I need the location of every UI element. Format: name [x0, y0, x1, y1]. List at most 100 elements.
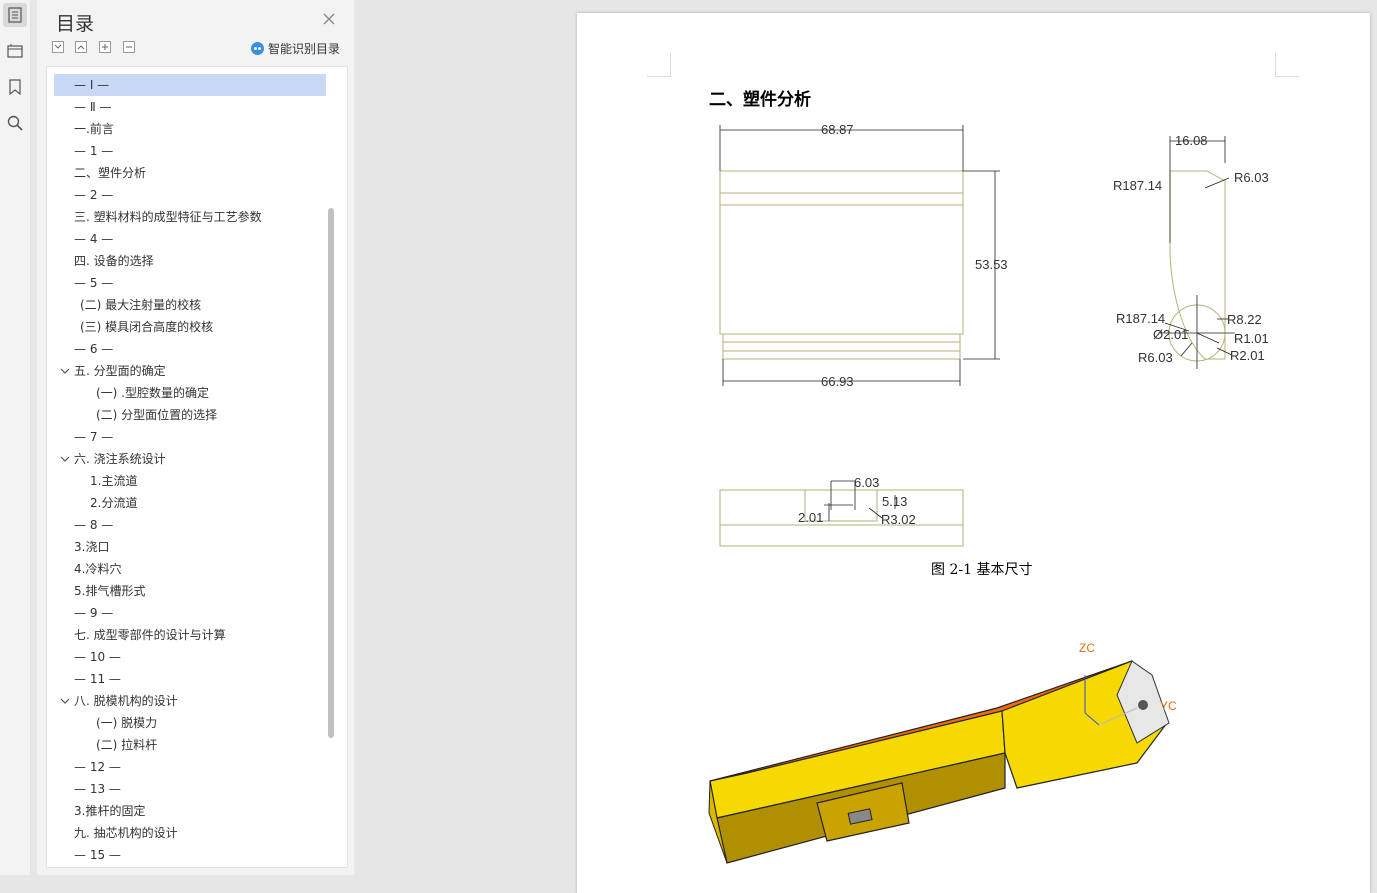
toc-item[interactable]: — 2 —: [54, 184, 326, 206]
dim-r-top: R187.14: [1113, 178, 1162, 193]
document-page: 二、塑件分析 68.87 53.53 66.93 16.08 R187.14 R…: [577, 13, 1370, 893]
smart-detect-icon: [251, 42, 264, 55]
toc-item[interactable]: — 8 —: [54, 514, 326, 536]
toc-item[interactable]: 一.前言: [54, 118, 326, 140]
dimension-drawing: 68.87 53.53 66.93 16.08 R187.14 R6.03 R1…: [719, 122, 1269, 547]
toc-item-label: 3.推杆的固定: [74, 804, 146, 818]
dim-side-width: 16.08: [1175, 133, 1208, 148]
toc-item-label: 一.前言: [74, 122, 114, 136]
dim-201: 2.01: [798, 510, 823, 525]
toc-item[interactable]: — 1 —: [54, 140, 326, 162]
smart-detect-label: 智能识别目录: [268, 42, 341, 56]
dim-603: 6.03: [854, 475, 879, 490]
toc-item[interactable]: — Ⅰ —: [54, 74, 326, 96]
chevron-down-icon[interactable]: [60, 696, 70, 706]
toc-item[interactable]: 3.推杆的固定: [54, 800, 326, 822]
dim-r302: R3.02: [881, 512, 916, 527]
toc-item-label: 2.分流道: [90, 496, 138, 510]
dim-r-101: R1.01: [1234, 331, 1269, 346]
toc-item[interactable]: (一) 脱模力: [54, 712, 326, 734]
toc-item-label: 六. 浇注系统设计: [74, 452, 166, 466]
toc-item[interactable]: — 10 —: [54, 646, 326, 668]
front-view-outline: [719, 170, 964, 335]
navigation-icon[interactable]: [3, 39, 27, 63]
toc-icon[interactable]: [3, 3, 27, 27]
search-icon[interactable]: [3, 111, 27, 135]
axis-y-label: YC: [1160, 699, 1177, 713]
toc-item-label: — 5 —: [74, 276, 114, 290]
add-heading-icon[interactable]: [99, 41, 111, 53]
toc-item-label: 3.浇口: [74, 540, 110, 554]
dim-513: 5.13: [882, 494, 907, 509]
toc-panel: 目录 智能识别目录 — 15 — 九. 抽芯机构的设计 3.推杆的固定 — 13 — —…: [37, 0, 354, 875]
bottom-view-outline: [719, 489, 964, 547]
toc-item[interactable]: 八. 脱模机构的设计: [54, 690, 326, 712]
toc-item[interactable]: (二) 分型面位置的选择: [54, 404, 326, 426]
remove-heading-icon[interactable]: [123, 41, 135, 53]
chevron-down-icon[interactable]: [60, 366, 70, 376]
toc-item[interactable]: (三) 模具闭合高度的校核: [54, 316, 326, 338]
toc-item[interactable]: 4.冷料穴: [54, 558, 326, 580]
toc-item-label: 二、塑件分析: [74, 166, 147, 180]
toc-item[interactable]: 五. 分型面的确定: [54, 360, 326, 382]
toc-item-label: — 2 —: [74, 188, 114, 202]
dim-height: 53.53: [975, 257, 1008, 272]
toc-item[interactable]: — 15 —: [54, 844, 326, 866]
toc-item[interactable]: 六. 浇注系统设计: [54, 448, 326, 470]
toc-item-label: (一) 脱模力: [96, 716, 158, 730]
toc-item[interactable]: — 9 —: [54, 602, 326, 624]
toc-item-label: — 1 —: [74, 144, 114, 158]
chevron-down-icon[interactable]: [60, 454, 70, 464]
toc-item-label: (三) 模具闭合高度的校核: [80, 320, 214, 334]
toc-item-label: — Ⅰ —: [74, 78, 110, 92]
left-rail: [0, 0, 31, 875]
toc-list: — 15 — 九. 抽芯机构的设计 3.推杆的固定 — 13 — — 12 — (二) 拉…: [46, 66, 348, 868]
toc-item-label: 三. 塑料材料的成型特征与工艺参数: [74, 210, 262, 224]
toc-item[interactable]: 3.浇口: [54, 536, 326, 558]
toc-item[interactable]: 九. 抽芯机构的设计: [54, 822, 326, 844]
smart-detect-toc-button[interactable]: 智能识别目录: [251, 40, 340, 57]
toc-item-label: — 4 —: [74, 232, 114, 246]
toc-item-label: — 11 —: [74, 672, 121, 686]
toc-item[interactable]: (二) 拉料杆: [54, 734, 326, 756]
document-area: 二、塑件分析 68.87 53.53 66.93 16.08 R187.14 R…: [355, 0, 1377, 893]
toc-item-label: — 9 —: [74, 606, 114, 620]
toc-item-label: (一) .型腔数量的确定: [96, 386, 209, 400]
bookmark-icon[interactable]: [3, 75, 27, 99]
toc-item[interactable]: — 11 —: [54, 668, 326, 690]
toc-item-label: — 10 —: [74, 650, 121, 664]
dim-r-bottom: R187.14: [1116, 311, 1165, 326]
figure-caption: 图 2-1 基本尺寸: [931, 562, 1033, 578]
toc-item[interactable]: — 6 —: [54, 338, 326, 360]
toc-item-label: — 7 —: [74, 430, 114, 444]
dim-r-corner: R6.03: [1234, 170, 1269, 185]
toc-item[interactable]: — 5 —: [54, 272, 326, 294]
dim-phi: Ø2.01: [1153, 327, 1188, 342]
toc-item[interactable]: — 12 —: [54, 756, 326, 778]
expand-up-icon[interactable]: [75, 41, 87, 53]
dim-r-822: R8.22: [1227, 312, 1262, 327]
toc-item[interactable]: 三. 塑料材料的成型特征与工艺参数: [54, 206, 326, 228]
collapse-all-icon[interactable]: [52, 41, 64, 53]
toc-item-label: 5.排气槽形式: [74, 584, 146, 598]
axis-z-label: ZC: [1079, 641, 1095, 655]
toc-item[interactable]: 2.分流道: [54, 492, 326, 514]
toc-scrollbar[interactable]: [328, 208, 334, 738]
toc-item[interactable]: (一) .型腔数量的确定: [54, 382, 326, 404]
toc-item[interactable]: — 4 —: [54, 228, 326, 250]
dim-top-width: 68.87: [821, 122, 854, 137]
toc-item[interactable]: — 7 —: [54, 426, 326, 448]
toc-item[interactable]: 二、塑件分析: [54, 162, 326, 184]
toc-item-label: — 12 —: [74, 760, 121, 774]
toc-item[interactable]: 七. 成型零部件的设计与计算: [54, 624, 326, 646]
toc-item-label: (二) 分型面位置的选择: [96, 408, 218, 422]
toc-item-label: 四. 设备的选择: [74, 254, 154, 268]
close-icon[interactable]: [321, 11, 337, 27]
toc-item[interactable]: — 13 —: [54, 778, 326, 800]
toc-item[interactable]: 1.主流道: [54, 470, 326, 492]
toc-item[interactable]: — Ⅱ —: [54, 96, 326, 118]
toc-item-label: (二) 最大注射量的校核: [80, 298, 202, 312]
toc-item[interactable]: 四. 设备的选择: [54, 250, 326, 272]
toc-item[interactable]: (二) 最大注射量的校核: [54, 294, 326, 316]
toc-item[interactable]: 5.排气槽形式: [54, 580, 326, 602]
